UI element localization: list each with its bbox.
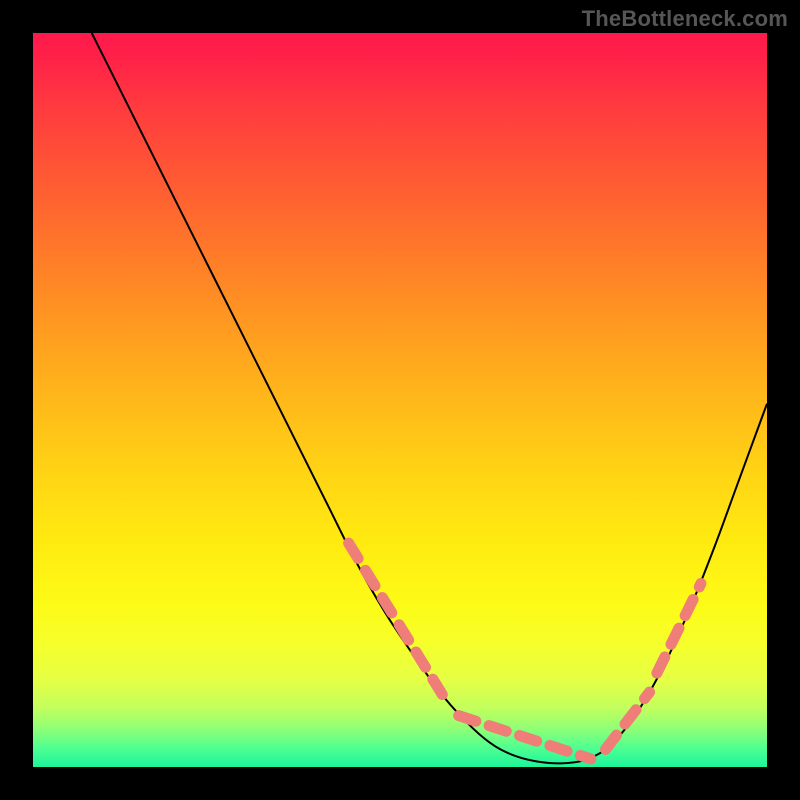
chart-stage: TheBottleneck.com bbox=[0, 0, 800, 800]
dash-segment bbox=[349, 543, 444, 697]
dash-segment bbox=[606, 692, 650, 749]
watermark-text: TheBottleneck.com bbox=[582, 6, 788, 32]
dash-segment bbox=[459, 716, 591, 759]
dash-overlay bbox=[349, 543, 701, 759]
dash-segment bbox=[657, 584, 701, 674]
plot-area bbox=[33, 33, 767, 767]
curve-layer bbox=[33, 33, 767, 767]
